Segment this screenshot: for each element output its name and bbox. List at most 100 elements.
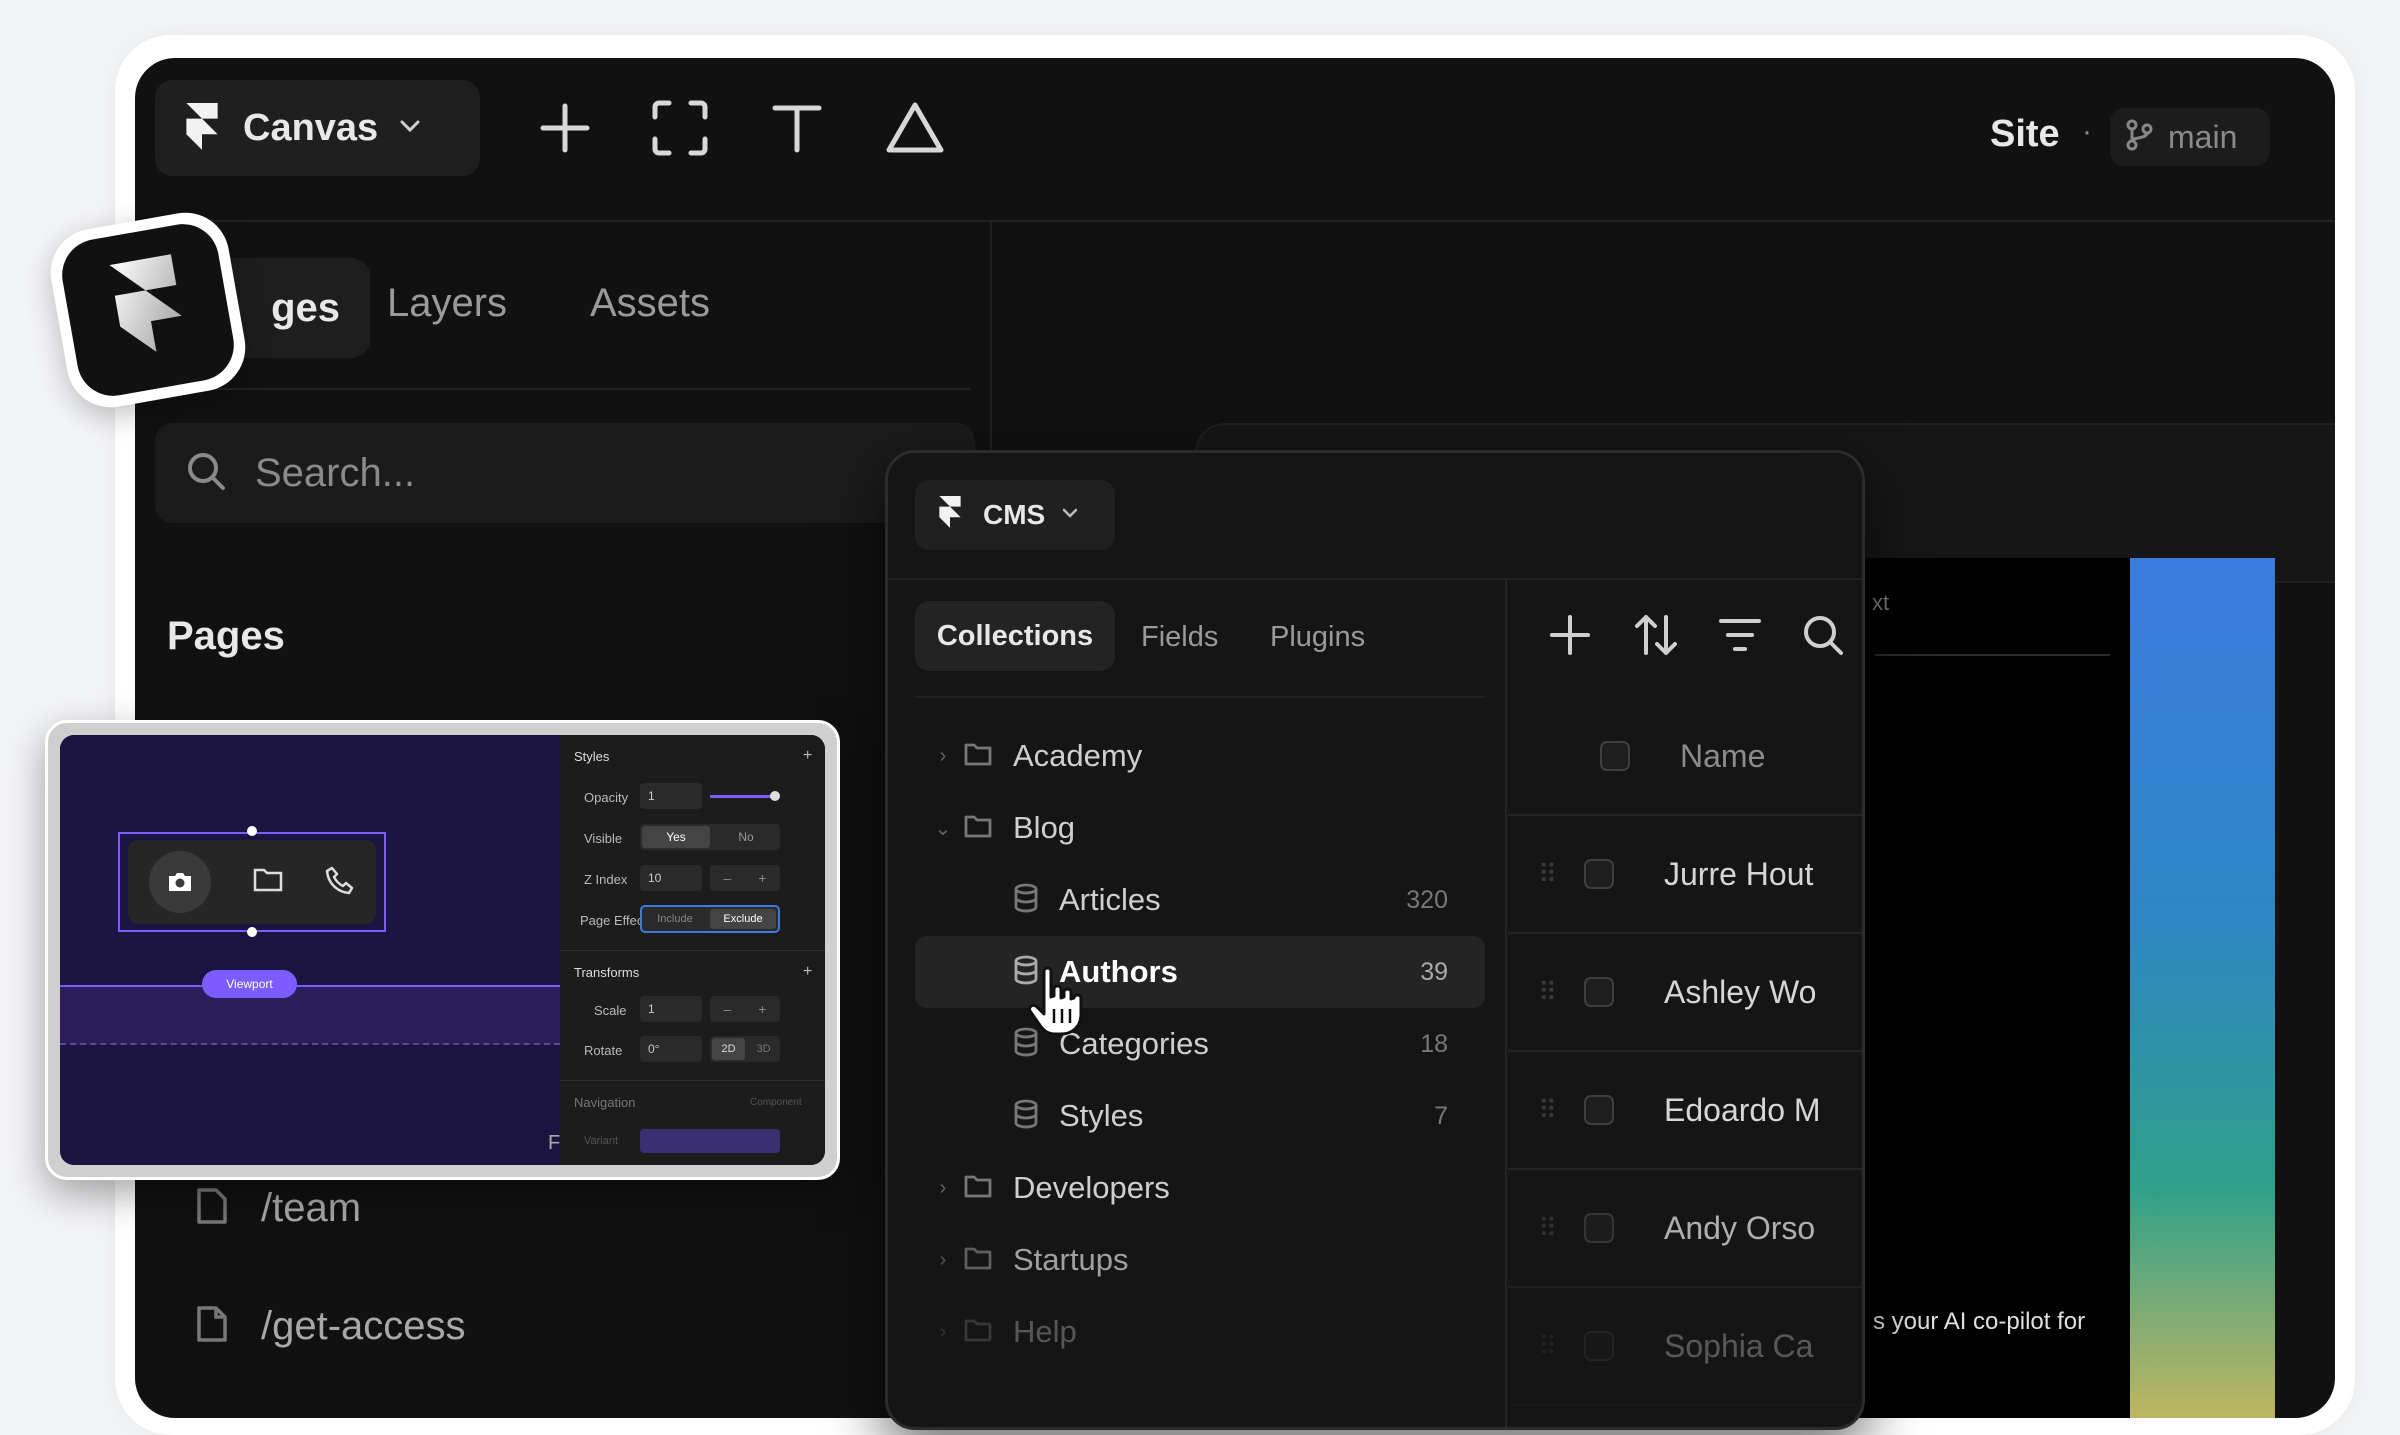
tree-item-label: Startups [1013,1242,1129,1277]
folder-icon [963,741,993,772]
sort-icon[interactable] [1633,613,1679,662]
tree-folder-developers[interactable]: › Developers [923,1153,1473,1223]
tabs-divider [155,388,970,390]
selection-handle-top[interactable] [247,826,257,836]
app-name: Canvas [243,106,379,149]
table-row[interactable]: ⠿ Ashley Wo [1508,934,1862,1052]
tree-folder-blog[interactable]: ⌄ Blog [923,793,1473,863]
tabs-divider [915,696,1485,698]
item-count: 39 [1420,957,1448,986]
page-icon [195,1304,229,1349]
scale-label: Scale [594,1003,627,1018]
frame-tool-icon[interactable] [640,88,720,168]
table-row[interactable]: ⠿ Sophia Ca [1508,1288,1862,1406]
tab-plugins[interactable]: Plugins [1270,621,1365,654]
table-row[interactable]: ⠿ Edoardo M [1508,1052,1862,1170]
mode-3d[interactable]: 3D [747,1036,780,1062]
preview-gradient-image [2130,558,2275,1418]
cms-title: CMS [983,499,1046,530]
item-count: 18 [1420,1029,1448,1058]
hand-cursor-icon [1026,965,1092,1042]
search-placeholder: Search... [255,450,416,495]
page-effect-exclude[interactable]: Exclude [710,909,776,929]
add-style-icon[interactable]: + [803,747,812,765]
viewport-band [60,987,560,1045]
page-item-get-access[interactable]: /get-access [195,1296,466,1356]
tree-item-label: Developers [1013,1170,1170,1205]
visible-yes[interactable]: Yes [642,826,710,848]
mode-2d[interactable]: 2D [712,1038,745,1060]
opacity-slider-thumb[interactable] [770,791,780,801]
opacity-slider-track[interactable] [710,795,774,798]
row-name: Andy Orso [1664,1209,1816,1246]
tab-fields[interactable]: Fields [1141,621,1218,654]
drag-handle-icon[interactable]: ⠿ [1538,979,1557,1005]
page-effect-include[interactable]: Include [642,907,708,931]
item-count: 7 [1434,1101,1448,1130]
properties-preview-card: Viewport F Styles + Opacity 1 Visible Ye… [45,720,840,1180]
drag-handle-icon[interactable]: ⠿ [1538,1215,1557,1241]
variant-select[interactable] [640,1129,780,1153]
styles-label: Styles [574,749,610,764]
shape-tool-icon[interactable] [875,88,955,168]
row-checkbox[interactable] [1584,1331,1614,1361]
visible-no[interactable]: No [712,824,780,850]
column-header-name[interactable]: Name [1680,738,1765,775]
rotate-input[interactable]: 0° [640,1036,702,1062]
tree-item-label: Academy [1013,738,1143,773]
opacity-input[interactable]: 1 [640,783,702,809]
branch-switcher[interactable]: main [2110,108,2270,166]
opacity-label: Opacity [584,790,629,805]
filter-icon[interactable] [1718,615,1762,660]
phone-icon[interactable] [325,865,355,900]
zindex-stepper[interactable]: – + [710,865,780,891]
folder-icon[interactable] [252,866,284,899]
chevron-down-icon [398,118,422,139]
row-checkbox[interactable] [1584,1213,1614,1243]
table-row[interactable]: ⠿ Andy Orso [1508,1170,1862,1288]
tree-folder-academy[interactable]: › Academy [923,721,1473,791]
corner-letter: F [548,1132,561,1154]
properties-preview: Viewport F Styles + Opacity 1 Visible Ye… [60,735,825,1165]
cms-split-divider [1505,580,1507,1427]
search-icon [185,450,227,497]
add-transform-icon[interactable]: + [803,963,812,981]
selection-handle-bottom[interactable] [247,927,257,937]
drag-handle-icon[interactable]: ⠿ [1538,861,1557,887]
tab-collections[interactable]: Collections [915,601,1115,671]
tab-assets[interactable]: Assets [590,281,710,326]
zindex-input[interactable]: 10 [640,865,702,891]
page-item-team[interactable]: /team [195,1178,361,1238]
tree-folder-startups[interactable]: › Startups [923,1225,1473,1295]
camera-icon[interactable] [148,851,211,913]
variant-label: Variant [584,1135,619,1147]
row-checkbox[interactable] [1584,859,1614,889]
viewport-pill[interactable]: Viewport [202,970,297,998]
chevron-down-icon: ⌄ [934,817,952,840]
tree-collection-styles[interactable]: Styles 7 [923,1081,1473,1151]
search-icon[interactable] [1801,613,1845,662]
tree-collection-authors[interactable]: Authors 39 [923,937,1473,1007]
page-icon [195,1186,229,1231]
table-row[interactable]: ⠿ Jurre Hout [1508,816,1862,934]
drag-handle-icon[interactable]: ⠿ [1538,1333,1557,1359]
cms-switcher[interactable]: CMS [915,480,1115,550]
row-checkbox[interactable] [1584,1095,1614,1125]
item-count: 320 [1406,885,1448,914]
tree-folder-help[interactable]: › Help [923,1297,1473,1367]
drag-handle-icon[interactable]: ⠿ [1538,1097,1557,1123]
opacity-slider-fill [710,795,774,798]
select-all-checkbox[interactable] [1600,741,1630,771]
scale-stepper[interactable]: – + [710,996,780,1022]
text-tool-icon[interactable] [757,88,837,168]
app-switcher[interactable]: Canvas [155,80,480,176]
tree-collection-articles[interactable]: Articles 320 [923,865,1473,935]
add-icon[interactable] [525,88,605,168]
folder-icon [963,1245,993,1276]
search-field[interactable]: Search... [155,423,975,523]
row-checkbox[interactable] [1584,977,1614,1007]
scale-input[interactable]: 1 [640,996,702,1022]
tree-collection-categories[interactable]: Categories 18 [923,1009,1473,1079]
tab-layers[interactable]: Layers [387,281,507,326]
add-item-icon[interactable] [1548,613,1592,662]
